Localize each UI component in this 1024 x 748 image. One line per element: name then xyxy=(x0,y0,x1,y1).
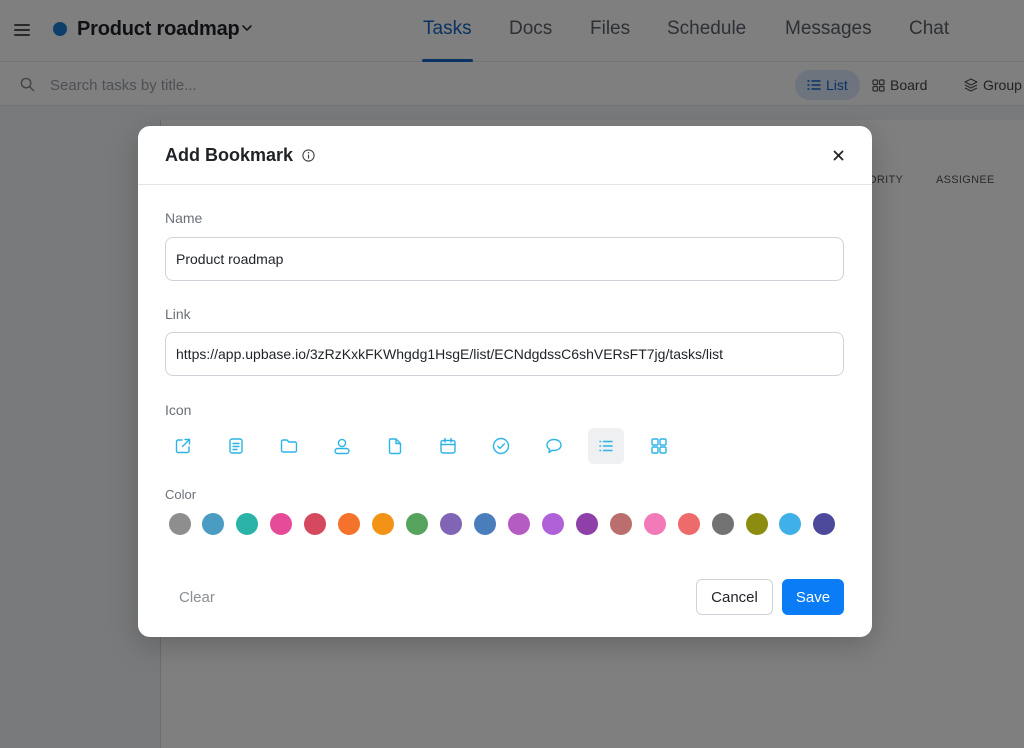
icon-option-document-list[interactable] xyxy=(218,428,254,464)
icon-option-user[interactable] xyxy=(324,428,360,464)
calendar-icon xyxy=(440,437,456,454)
icon-option-grid[interactable] xyxy=(641,428,677,464)
color-swatch[interactable] xyxy=(610,513,632,535)
color-swatch[interactable] xyxy=(406,513,428,535)
color-swatch[interactable] xyxy=(440,513,462,535)
icon-option-list[interactable] xyxy=(588,428,624,464)
color-swatch[interactable] xyxy=(169,513,191,535)
color-swatch[interactable] xyxy=(813,513,835,535)
link-input[interactable] xyxy=(165,332,844,376)
icon-option-chat-bubble[interactable] xyxy=(536,428,572,464)
color-swatch[interactable] xyxy=(542,513,564,535)
icon-option-folder[interactable] xyxy=(271,428,307,464)
file-icon xyxy=(388,438,402,455)
add-bookmark-dialog: Add Bookmark Name Link Icon Color xyxy=(138,126,872,637)
link-label: Link xyxy=(165,306,191,322)
dialog-header: Add Bookmark xyxy=(138,126,872,185)
color-label: Color xyxy=(165,487,197,502)
info-icon[interactable] xyxy=(302,149,315,162)
document-list-icon xyxy=(229,438,243,454)
color-swatch[interactable] xyxy=(576,513,598,535)
icon-option-external-link[interactable] xyxy=(165,428,201,464)
color-swatch[interactable] xyxy=(304,513,326,535)
icon-option-calendar[interactable] xyxy=(430,428,466,464)
color-swatch[interactable] xyxy=(779,513,801,535)
dialog-title: Add Bookmark xyxy=(165,145,294,165)
color-swatch[interactable] xyxy=(270,513,292,535)
color-swatch[interactable] xyxy=(372,513,394,535)
icon-label: Icon xyxy=(165,402,192,418)
color-swatch[interactable] xyxy=(508,513,530,535)
icon-option-check-circle[interactable] xyxy=(483,428,519,464)
name-input[interactable] xyxy=(165,237,844,281)
name-label: Name xyxy=(165,210,203,226)
grid-icon xyxy=(651,438,667,454)
cancel-button[interactable]: Cancel xyxy=(696,579,773,615)
user-icon xyxy=(334,438,350,455)
save-button[interactable]: Save xyxy=(782,579,844,615)
color-swatch[interactable] xyxy=(338,513,360,535)
color-swatch[interactable] xyxy=(644,513,666,535)
color-swatch[interactable] xyxy=(202,513,224,535)
color-swatch[interactable] xyxy=(678,513,700,535)
icon-option-file[interactable] xyxy=(377,428,413,464)
color-swatch[interactable] xyxy=(712,513,734,535)
chat-bubble-icon xyxy=(546,438,562,454)
list-icon xyxy=(599,440,613,452)
close-button[interactable] xyxy=(828,145,848,165)
clear-button[interactable]: Clear xyxy=(179,589,215,606)
close-icon xyxy=(833,150,843,160)
folder-icon xyxy=(280,439,298,453)
color-swatch[interactable] xyxy=(746,513,768,535)
color-swatch[interactable] xyxy=(474,513,496,535)
color-swatch[interactable] xyxy=(236,513,258,535)
check-circle-icon xyxy=(492,437,510,455)
external-link-icon xyxy=(175,438,191,454)
